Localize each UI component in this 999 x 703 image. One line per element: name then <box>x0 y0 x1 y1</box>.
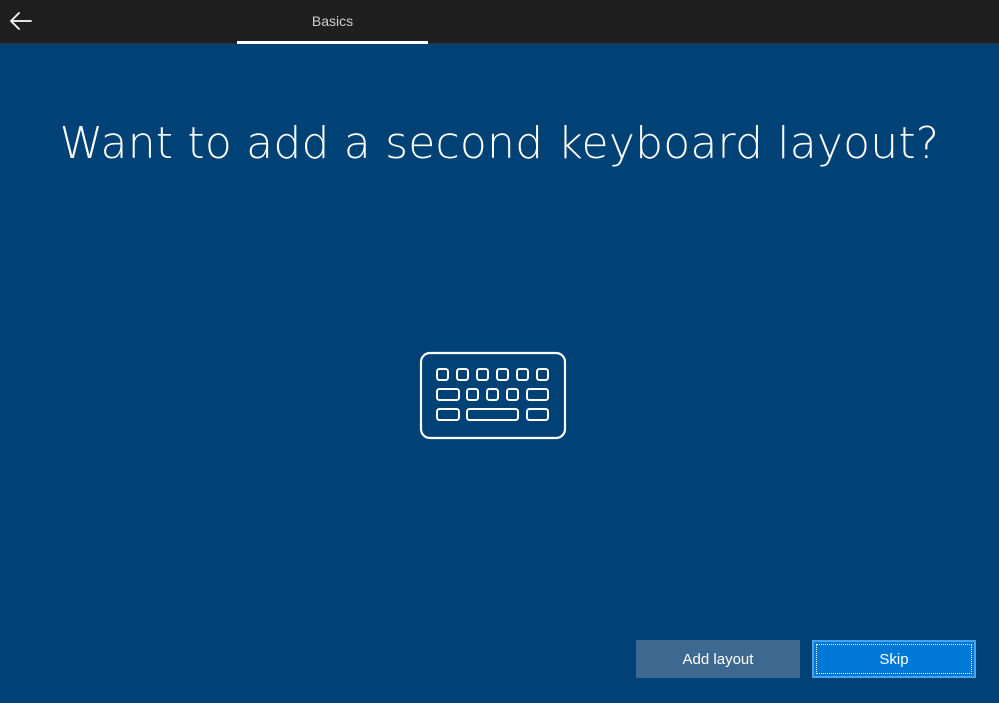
keyboard-icon <box>419 351 567 440</box>
back-button[interactable] <box>4 4 38 38</box>
tab-basics: Basics <box>311 12 354 29</box>
top-bar: Basics <box>0 0 999 44</box>
skip-button[interactable]: Skip <box>812 640 976 678</box>
add-layout-button[interactable]: Add layout <box>636 640 800 678</box>
arrow-left-icon <box>10 12 32 30</box>
tab-underline <box>237 41 428 44</box>
page-title: Want to add a second keyboard layout? <box>59 118 940 169</box>
